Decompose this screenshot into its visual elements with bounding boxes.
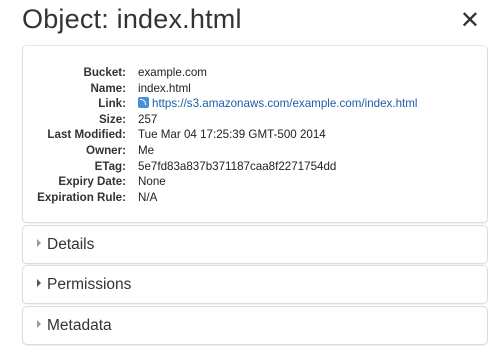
section-metadata[interactable]: Metadata: [22, 306, 488, 345]
property-key: Name:: [90, 81, 126, 95]
property-row-expiration-rule: Expiration Rule: N/A: [29, 190, 417, 206]
property-value: Tue Mar 04 17:25:39 GMT-500 2014: [138, 128, 326, 142]
property-value: N/A: [138, 190, 158, 204]
property-value: index.html: [138, 81, 191, 95]
property-row-etag: ETag: 5e7fd83a837b371187caa8f2271754dd: [29, 159, 417, 175]
property-value: example.com: [138, 66, 207, 79]
section-details[interactable]: Details: [22, 225, 488, 264]
property-row-link: Link: https://s3.amazonaws.com/example.c…: [29, 96, 417, 112]
property-key: ETag:: [94, 159, 126, 173]
property-row-bucket: Bucket: example.com: [29, 65, 417, 81]
dialog-header: Object: index.html ✕: [0, 0, 496, 44]
property-value: Me: [138, 143, 155, 157]
property-value: 257: [138, 112, 158, 126]
property-key: Link:: [98, 97, 126, 111]
page-title: Object: index.html: [22, 4, 242, 34]
section-permissions[interactable]: Permissions: [22, 265, 488, 304]
property-row-size: Size: 257: [29, 112, 417, 128]
caret-right-icon: [37, 279, 41, 287]
property-value: 5e7fd83a837b371187caa8f2271754dd: [138, 159, 337, 173]
property-key: Expiry Date:: [58, 175, 126, 189]
property-key: Bucket:: [83, 66, 126, 79]
rss-feed-icon: [138, 97, 149, 109]
property-key: Size:: [98, 112, 126, 126]
section-label: Metadata: [47, 317, 112, 334]
property-row-owner: Owner: Me: [29, 143, 417, 159]
section-label: Details: [47, 236, 95, 253]
property-row-last-modified: Last Modified: Tue Mar 04 17:25:39 GMT-5…: [29, 127, 417, 143]
properties-list: Bucket: example.com Name: index.html Lin…: [29, 65, 417, 205]
property-key: Owner:: [86, 143, 126, 157]
caret-right-icon: [37, 320, 41, 328]
close-icon[interactable]: ✕: [460, 6, 480, 34]
property-row-expiry-date: Expiry Date: None: [29, 174, 417, 190]
property-row-name: Name: index.html: [29, 81, 417, 97]
property-key: Last Modified:: [47, 128, 126, 142]
caret-right-icon: [37, 239, 41, 247]
property-value: None: [138, 175, 166, 189]
property-key: Expiration Rule:: [37, 190, 126, 204]
object-link[interactable]: https://s3.amazonaws.com/example.com/ind…: [152, 97, 417, 110]
object-properties-panel: Bucket: example.com Name: index.html Lin…: [22, 45, 488, 223]
section-label: Permissions: [47, 276, 132, 293]
